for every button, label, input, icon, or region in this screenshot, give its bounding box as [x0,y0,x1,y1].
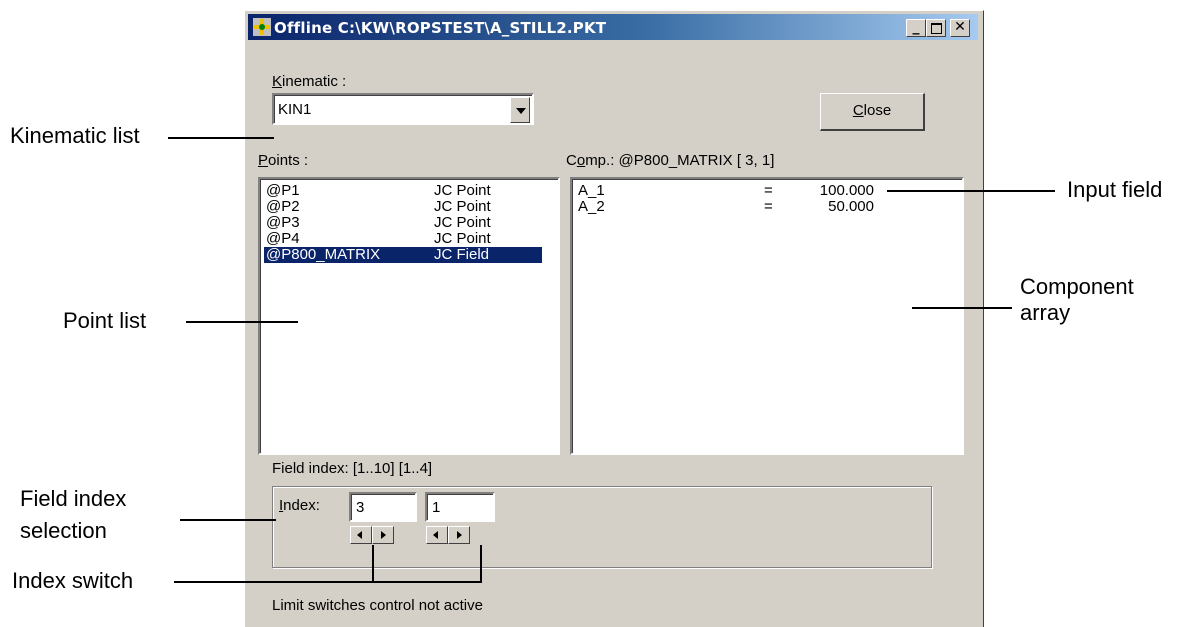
list-item[interactable]: @P800_MATRIX JC Field [263,246,543,264]
point-type: JC Point [434,230,491,247]
minimize-icon[interactable]: _ [906,19,926,37]
leader-line [887,190,1055,192]
leader-line [912,307,1012,309]
index-label: Index: [279,497,320,514]
index2-value: 1 [432,499,441,516]
points-label: Points : [258,152,309,169]
list-item[interactable]: @P4 JC Point [264,231,544,247]
index1-increment-button[interactable] [372,526,394,544]
component-value: 100.000 [819,182,874,199]
index1-value: 3 [356,499,365,516]
title-bar[interactable]: Offline C:\KW\ROPSTEST\A_STILL2.PKT _ ✕ [248,14,978,40]
point-name: @P800_MATRIX [266,246,381,263]
close-button[interactable]: Close [820,93,925,131]
leader-line [480,545,482,583]
equals-sign: = [764,182,773,199]
leader-line [180,519,276,521]
point-type: JC Point [434,198,491,215]
point-name: @P1 [266,182,300,199]
arrow-right-icon [381,531,386,539]
point-type: JC Field [434,246,490,263]
chevron-down-icon[interactable] [510,97,530,123]
kinematic-label: Kinematic : [272,73,347,90]
callout-component-array-2: array [1020,300,1071,325]
field-index-label: Field index: [1..10] [1..4] [272,460,433,477]
component-name: A_1 [578,182,605,199]
callout-input-field: Input field [1067,177,1163,202]
point-name: @P2 [266,198,300,215]
list-item[interactable]: @P2 JC Point [264,199,544,215]
leader-line [168,137,274,139]
index1-input[interactable]: 3 [349,492,417,522]
leader-line [372,545,374,583]
leader-line [174,581,482,583]
kinematic-value: KIN1 [278,101,312,118]
callout-index-switch: Index switch [12,568,134,593]
status-text: Limit switches control not active [272,597,483,614]
components-list[interactable]: A_1 = 100.000 A_2 = 50.000 [570,177,964,455]
point-type: JC Point [434,182,491,199]
arrow-right-icon [457,531,462,539]
components-label: Comp.: @P800_MATRIX [ 3, 1] [566,152,775,169]
point-type: JC Point [434,214,491,231]
app-icon [253,18,271,36]
index1-decrement-button[interactable] [350,526,372,544]
dialog-window: Offline C:\KW\ROPSTEST\A_STILL2.PKT _ ✕ … [244,10,984,627]
point-name: @P4 [266,230,300,247]
leader-line [186,321,298,323]
callout-field-index-1: Field index [20,486,127,511]
callout-component-array-1: Component [1020,274,1134,299]
list-item[interactable]: @P1 JC Point [264,183,544,199]
table-row[interactable]: A_2 = 50.000 [576,199,946,215]
points-list[interactable]: @P1 JC Point @P2 JC Point @P3 JC Point @P4 JC P… [258,177,560,455]
index2-decrement-button[interactable] [426,526,448,544]
kinematic-combo[interactable]: KIN1 [272,93,534,125]
arrow-left-icon [433,531,438,539]
list-item[interactable]: @P3 JC Point [264,215,544,231]
component-value: 50.000 [828,198,874,215]
equals-sign: = [764,198,773,215]
callout-point-list: Point list [63,308,147,333]
callout-field-index-2: selection [20,518,107,543]
window-title: Offline C:\KW\ROPSTEST\A_STILL2.PKT [274,19,607,37]
component-name: A_2 [578,198,605,215]
arrow-left-icon [357,531,362,539]
point-name: @P3 [266,214,300,231]
close-icon[interactable]: ✕ [950,19,970,37]
index2-input[interactable]: 1 [425,492,495,522]
index-groupbox: Index: 3 1 [272,486,932,568]
index2-increment-button[interactable] [448,526,470,544]
callout-kinematic-list: Kinematic list [10,123,140,148]
maximize-icon[interactable] [926,19,946,37]
